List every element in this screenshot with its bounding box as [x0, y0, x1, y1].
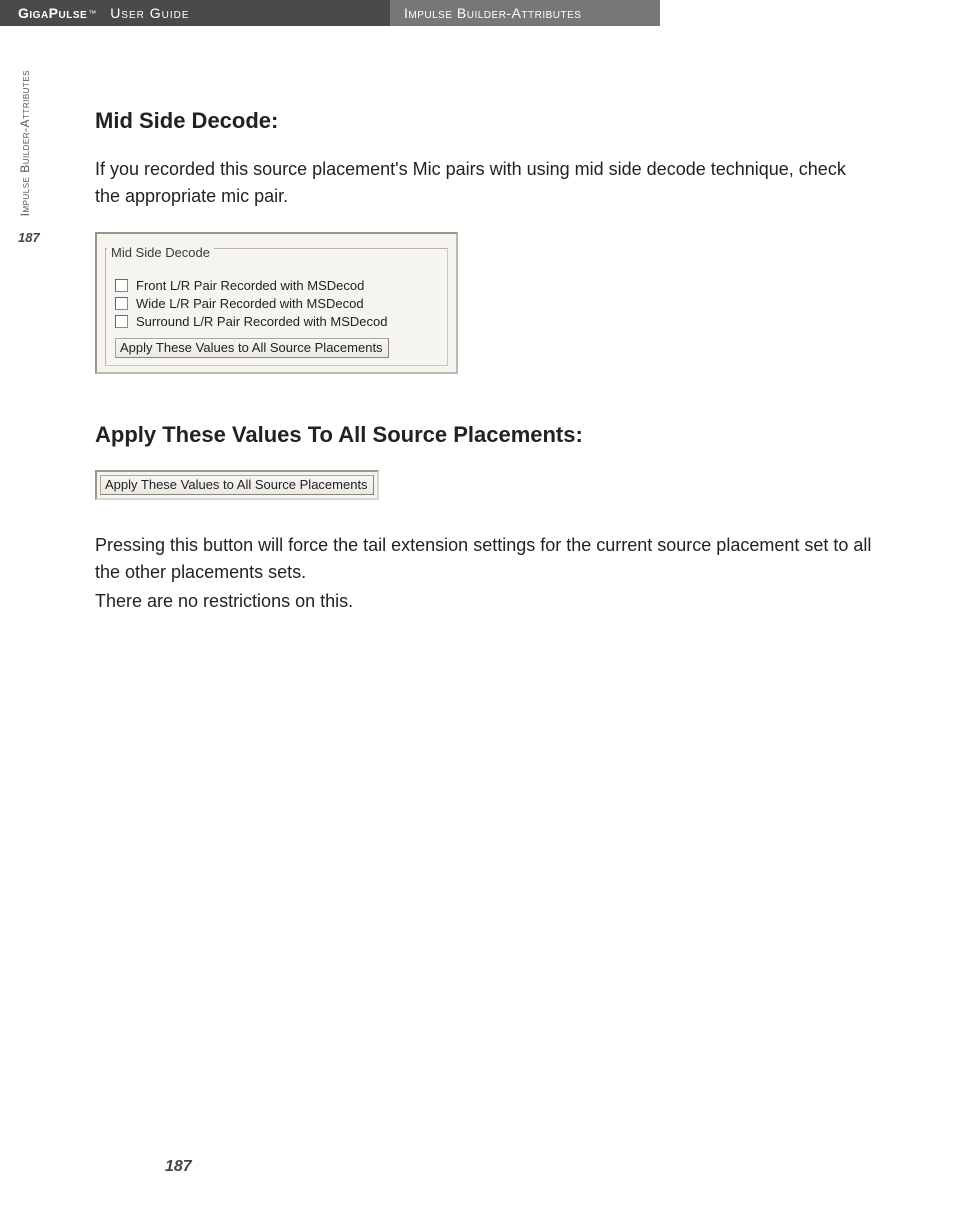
header-subtitle: User Guide: [110, 5, 189, 21]
checkbox-icon[interactable]: [115, 315, 128, 328]
header-left: GigaPulse™ User Guide: [0, 0, 390, 26]
mid-side-decode-description: If you recorded this source placement's …: [95, 156, 875, 210]
sidebar-page-number: 187: [18, 230, 36, 245]
checkbox-surround-lr[interactable]: Surround L/R Pair Recorded with MSDecod: [115, 314, 442, 329]
checkbox-group: Front L/R Pair Recorded with MSDecod Wid…: [107, 262, 446, 364]
checkbox-front-lr[interactable]: Front L/R Pair Recorded with MSDecod: [115, 278, 442, 293]
checkbox-label: Front L/R Pair Recorded with MSDecod: [136, 278, 364, 293]
sidebar: Impulse Builder-Attributes 187: [18, 70, 36, 245]
brand-name: GigaPulse: [18, 5, 87, 21]
fieldset-legend: Mid Side Decode: [107, 245, 214, 260]
apply-values-description-1: Pressing this button will force the tail…: [95, 532, 875, 586]
apply-values-button[interactable]: Apply These Values to All Source Placeme…: [115, 338, 389, 358]
main-content: Mid Side Decode: If you recorded this so…: [95, 108, 875, 637]
sidebar-label: Impulse Builder-Attributes: [18, 70, 32, 216]
header-section: Impulse Builder-Attributes: [390, 0, 660, 26]
mid-side-decode-panel: Mid Side Decode Front L/R Pair Recorded …: [95, 232, 458, 374]
mid-side-decode-fieldset: Mid Side Decode Front L/R Pair Recorded …: [107, 240, 446, 364]
checkbox-label: Surround L/R Pair Recorded with MSDecod: [136, 314, 387, 329]
section-title-apply-values: Apply These Values To All Source Placeme…: [95, 422, 875, 448]
checkbox-wide-lr[interactable]: Wide L/R Pair Recorded with MSDecod: [115, 296, 442, 311]
section-title-mid-side-decode: Mid Side Decode:: [95, 108, 875, 134]
checkbox-label: Wide L/R Pair Recorded with MSDecod: [136, 296, 364, 311]
trademark-symbol: ™: [88, 9, 96, 18]
checkbox-icon[interactable]: [115, 297, 128, 310]
apply-values-button[interactable]: Apply These Values to All Source Placeme…: [100, 475, 374, 495]
header-bar: GigaPulse™ User Guide Impulse Builder-At…: [0, 0, 954, 26]
apply-values-description-2: There are no restrictions on this.: [95, 588, 875, 615]
checkbox-icon[interactable]: [115, 279, 128, 292]
footer-page-number: 187: [165, 1158, 192, 1176]
apply-values-button-panel: Apply These Values to All Source Placeme…: [95, 470, 379, 500]
